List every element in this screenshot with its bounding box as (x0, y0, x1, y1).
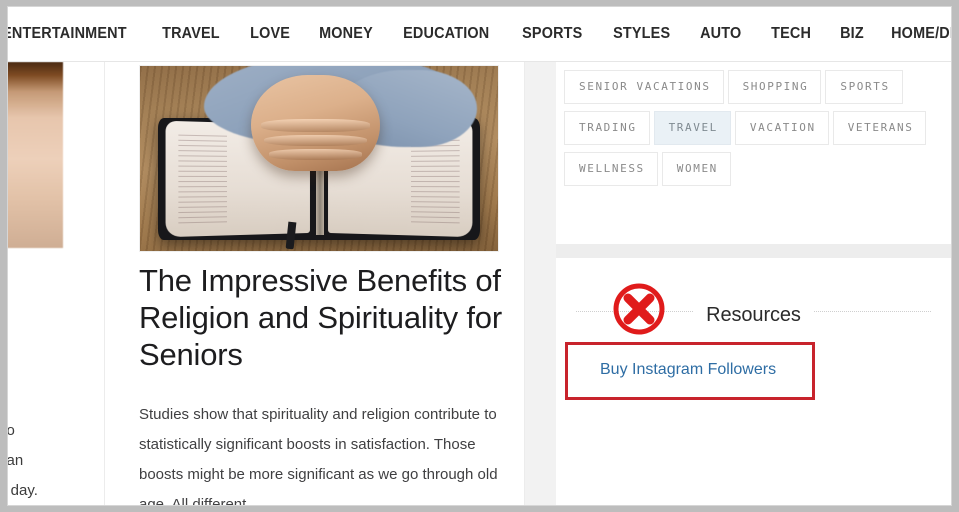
nav-item-education[interactable]: EDUCATION (391, 24, 501, 44)
left-column-thumbnail[interactable] (8, 62, 63, 248)
tag-travel[interactable]: TRAVEL (653, 111, 731, 145)
tag-shopping[interactable]: SHOPPING (727, 70, 822, 104)
article-column: The Impressive Benefits of Religion and … (121, 62, 521, 505)
sidebar-gutter (525, 62, 556, 505)
left-text-fragment: t to (8, 422, 15, 439)
nav-item-styles[interactable]: STYLES (601, 24, 682, 44)
nav-item-money[interactable]: MONEY (307, 24, 385, 44)
nav-item-auto[interactable]: AUTO (688, 24, 754, 44)
tag-trading[interactable]: TRADING (564, 111, 650, 145)
photo-book-text (177, 134, 227, 223)
article-body-text: Studies show that spirituality and relig… (139, 406, 498, 505)
main-navigation: ENTERTAINMENT TRAVEL LOVE MONEY EDUCATION SPO… (8, 7, 951, 62)
tag-veterans[interactable]: VETERANS (832, 111, 927, 145)
tag-sports[interactable]: SPORTS (825, 70, 903, 104)
tag-women[interactable]: WOMEN (661, 152, 731, 186)
nav-item-tech[interactable]: TECH (759, 24, 823, 44)
page-content: ENTERTAINMENT TRAVEL LOVE MONEY EDUCATION SPO… (8, 7, 951, 505)
photo-finger (263, 134, 367, 147)
nav-item-entertainment[interactable]: ENTERTAINMENT (8, 24, 139, 44)
tag-cloud-widget: SENIOR VACATIONS SHOPPING SPORTS TRADING TRA… (556, 62, 951, 244)
photo-finger (261, 119, 370, 132)
tag-vacation[interactable]: VACATION (734, 111, 829, 145)
column-divider (104, 62, 105, 505)
tag-wellness[interactable]: WELLNESS (564, 152, 658, 186)
resources-heading: Resources (570, 258, 937, 326)
nav-item-biz[interactable]: BIZ (828, 24, 876, 44)
nav-item-love[interactable]: LOVE (238, 24, 302, 44)
sidebar: SENIOR VACATIONS SHOPPING SPORTS TRADING TRA… (556, 62, 951, 505)
article-image[interactable] (139, 65, 499, 252)
nav-items-container: ENTERTAINMENT TRAVEL LOVE MONEY EDUCATION SPO… (8, 24, 951, 44)
left-text-fragment: e an (8, 452, 24, 469)
left-column-partial: 3 t to e an ry day. (8, 62, 97, 505)
browser-frame: ENTERTAINMENT TRAVEL LOVE MONEY EDUCATION SPO… (0, 0, 959, 512)
article-title[interactable]: The Impressive Benefits of Religion and … (139, 262, 511, 373)
tag-senior-vacations[interactable]: SENIOR VACATIONS (564, 70, 724, 104)
left-text-fragment: ry day. (8, 482, 38, 499)
nav-item-travel[interactable]: TRAVEL (150, 24, 232, 44)
photo-clasped-hands (250, 75, 380, 172)
resources-heading-label: Resources (694, 304, 813, 326)
nav-item-home-diy[interactable]: HOME/DIY (879, 24, 951, 44)
photo-book-text (411, 134, 461, 223)
resources-widget: Resources Buy Instagram Followers (556, 258, 951, 505)
tag-list: SENIOR VACATIONS SHOPPING SPORTS TRADING TRA… (564, 62, 943, 193)
buy-instagram-followers-link[interactable]: Buy Instagram Followers (568, 345, 812, 379)
photo-finger (269, 149, 362, 160)
nav-item-sports[interactable]: SPORTS (510, 24, 595, 44)
resources-highlight-box: Buy Instagram Followers (565, 342, 815, 400)
content-area: 3 t to e an ry day. (8, 62, 951, 505)
